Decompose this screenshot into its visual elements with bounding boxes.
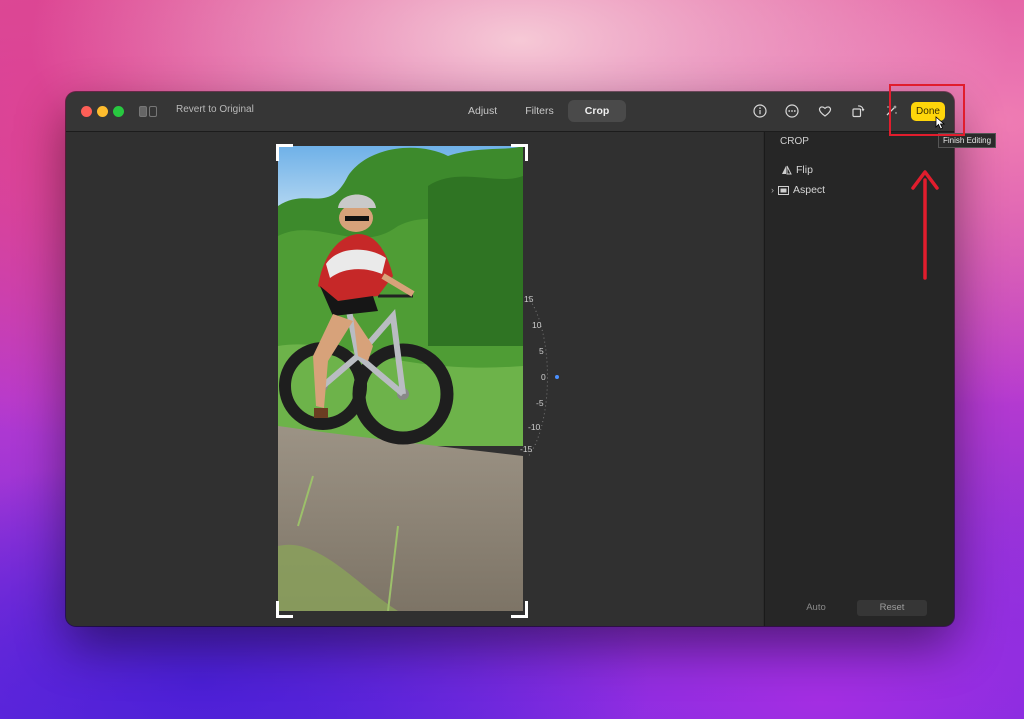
crop-handle-top-right[interactable] [511,144,528,161]
annotation-highlight-box [889,84,965,136]
aspect-icon [778,185,789,195]
dial-label: -5 [536,398,544,408]
chevron-right-icon: › [771,185,774,195]
dial-label: -15 [520,444,533,454]
photo-cyclist[interactable] [278,146,523,611]
tab-adjust[interactable]: Adjust [454,100,511,122]
aspect-disclosure[interactable]: › Aspect [771,184,825,196]
minimize-window-button[interactable] [97,106,108,117]
crop-handle-top-left[interactable] [276,144,293,161]
dial-label: 10 [532,320,542,330]
photo-canvas: 15 10 5 0 -5 -10 -15 [66,132,763,626]
aspect-label: Aspect [793,184,826,196]
flip-label: Flip [796,164,813,176]
crop-handle-bottom-right[interactable] [511,601,528,618]
dial-label: -10 [528,422,541,432]
flip-button[interactable]: Flip [781,164,813,176]
tab-filters[interactable]: Filters [511,100,568,122]
annotation-arrow-icon [911,170,939,280]
revert-to-original-button[interactable]: Revert to Original [176,104,254,115]
zoom-window-button[interactable] [113,106,124,117]
edit-mode-tabs: Adjust Filters Crop [454,100,627,122]
rotate-icon[interactable] [851,104,865,118]
info-icon[interactable] [753,104,767,118]
dial-label: 15 [524,294,534,304]
dial-label: 5 [539,346,544,356]
photos-edit-window: Revert to Original Adjust Filters Crop D… [66,92,954,626]
reset-button[interactable]: Reset [857,600,927,616]
close-window-button[interactable] [81,106,92,117]
more-icon[interactable] [785,104,799,118]
sidebar-title: CROP [780,136,809,147]
heart-icon[interactable] [818,104,832,118]
straighten-dial[interactable]: 15 10 5 0 -5 -10 -15 [506,292,566,462]
dial-label: 0 [541,372,546,382]
auto-button[interactable]: Auto [795,600,837,616]
compare-icon[interactable] [139,106,157,117]
flip-icon [782,165,792,175]
title-bar: Revert to Original Adjust Filters Crop D… [66,92,954,132]
dial-arc [527,296,559,458]
mouse-pointer-icon [935,116,946,130]
tab-crop[interactable]: Crop [567,100,627,122]
crop-handle-bottom-left[interactable] [276,601,293,618]
